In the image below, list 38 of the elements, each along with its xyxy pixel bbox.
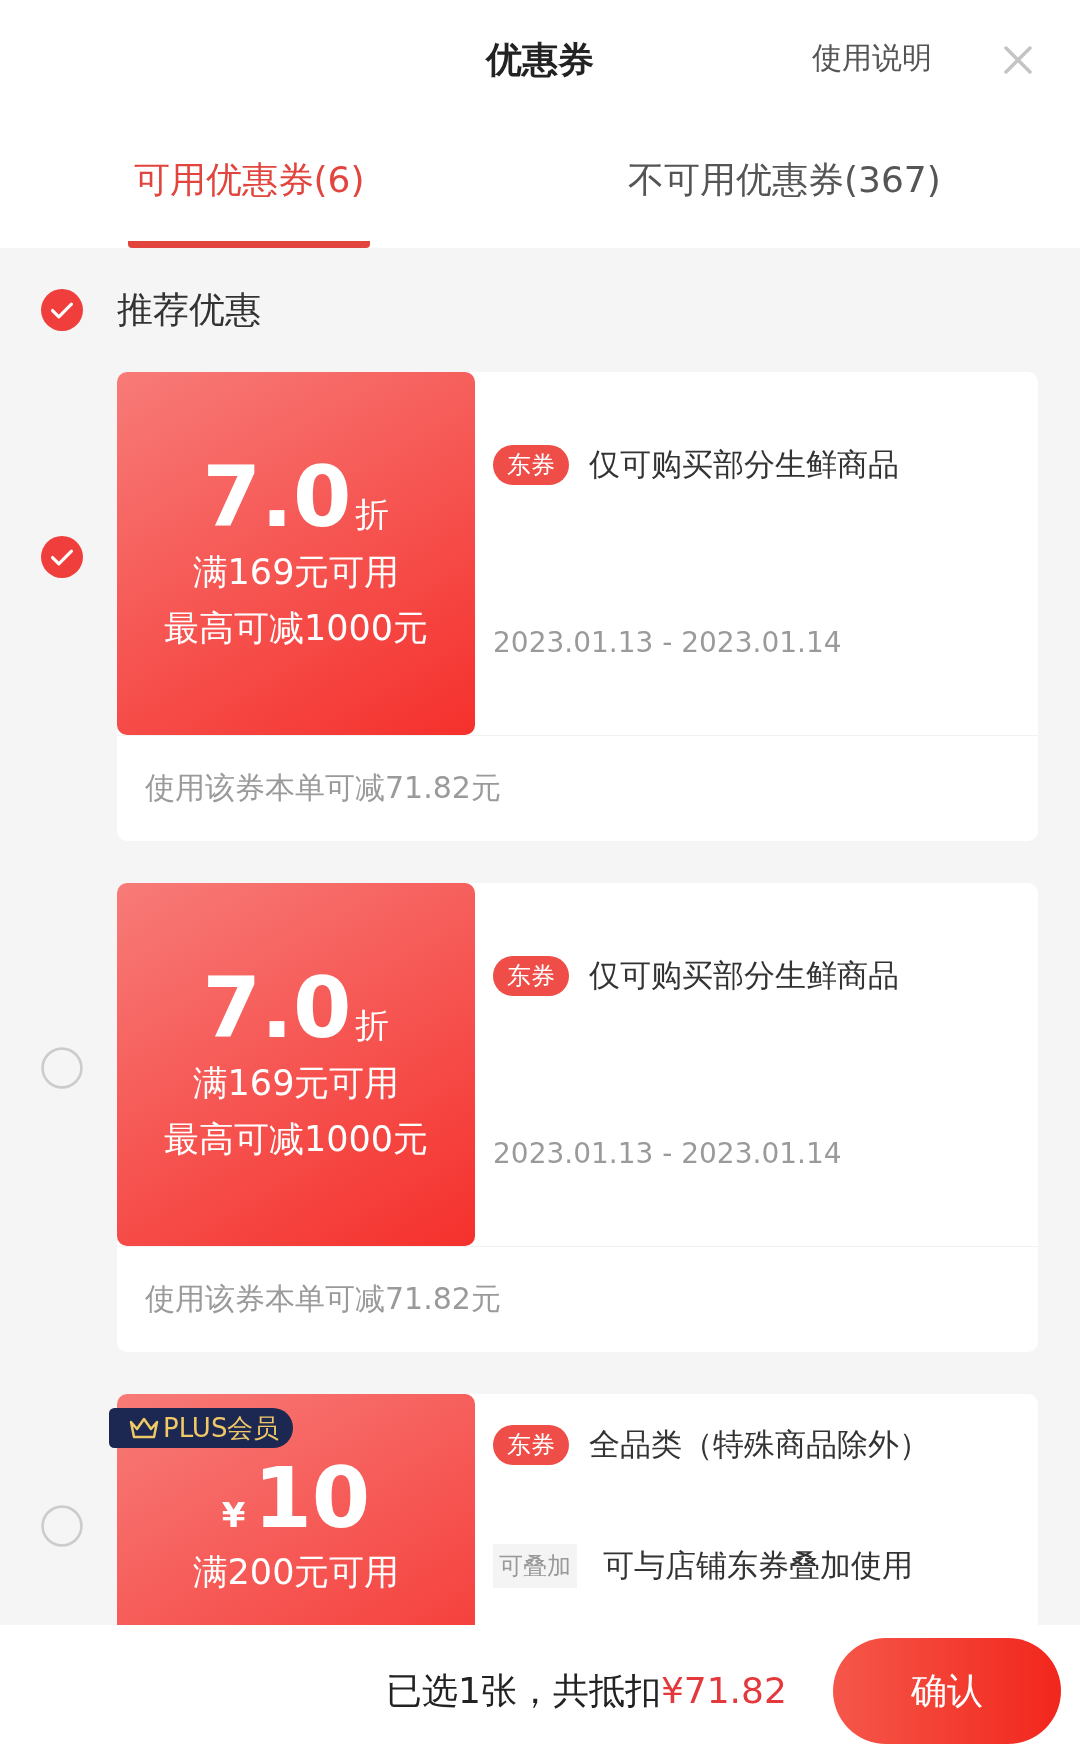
coupon-tag: 东券: [493, 1425, 569, 1465]
usage-instructions-link[interactable]: 使用说明: [812, 38, 932, 79]
coupon-tag: 东券: [493, 956, 569, 996]
coupon-scope: 全品类（特殊商品除外）: [589, 1425, 930, 1464]
coupon-card[interactable]: 7.0 折 满169元可用 最高可减1000元 东券 仅可购买部分生鲜商品 2023.01.13 - 2023.01.14 使用该券本单可减71.82元: [117, 883, 1038, 1352]
checked-icon[interactable]: [41, 289, 83, 331]
currency-sign: ¥: [221, 1495, 246, 1535]
coupon-condition: 满200元可用: [192, 1551, 400, 1595]
badge-label: PLUS会员: [163, 1411, 280, 1445]
close-icon[interactable]: [1003, 45, 1033, 75]
savings-text: 使用该券本单可减71.82元: [117, 735, 1038, 841]
discount-amount: 7.0: [202, 451, 352, 544]
tab[interactable]: 不可用优惠券(367): [628, 120, 941, 248]
coupon-cap: 最高可减1000元: [163, 606, 429, 650]
coupon-condition: 满169元可用: [192, 1061, 400, 1105]
cash-amount: 10: [253, 1452, 371, 1545]
validity-dates: 2023.01.13 - 2023.01.14: [493, 1137, 843, 1170]
discount-amount: 7.0: [202, 962, 352, 1055]
coupon-note: 可与店铺东券叠加使用: [603, 1546, 913, 1585]
coupon-card[interactable]: 7.0 折 满169元可用 最高可减1000元 东券 仅可购买部分生鲜商品 2023.01.13 - 2023.01.14 使用该券本单可减71.82元: [117, 372, 1038, 841]
sheet-title: 优惠券: [486, 37, 594, 82]
coupon-scope: 仅可购买部分生鲜商品: [589, 445, 899, 484]
section-label: 推荐优惠: [117, 287, 261, 332]
confirm-button[interactable]: 确认: [832, 1638, 1061, 1744]
radio-icon[interactable]: [41, 1046, 83, 1089]
validity-dates: 2023.01.13 - 2023.01.14: [493, 626, 843, 659]
coupon-tag: 东券: [493, 445, 569, 485]
coupon-scope: 仅可购买部分生鲜商品: [589, 956, 899, 995]
coupon-cap: 最高可减1000元: [163, 1117, 429, 1161]
coupon-condition: 满169元可用: [192, 550, 400, 594]
checked-icon[interactable]: [41, 535, 83, 578]
stackable-tag: 可叠加: [493, 1544, 577, 1588]
radio-icon[interactable]: [41, 1504, 83, 1547]
selection-summary: 已选1张，共抵扣¥71.82: [386, 1668, 787, 1713]
discount-unit: 折: [355, 1004, 390, 1048]
discount-unit: 折: [355, 493, 390, 537]
savings-text: 使用该券本单可减71.82元: [117, 1246, 1038, 1352]
crown-icon: [129, 1417, 159, 1439]
